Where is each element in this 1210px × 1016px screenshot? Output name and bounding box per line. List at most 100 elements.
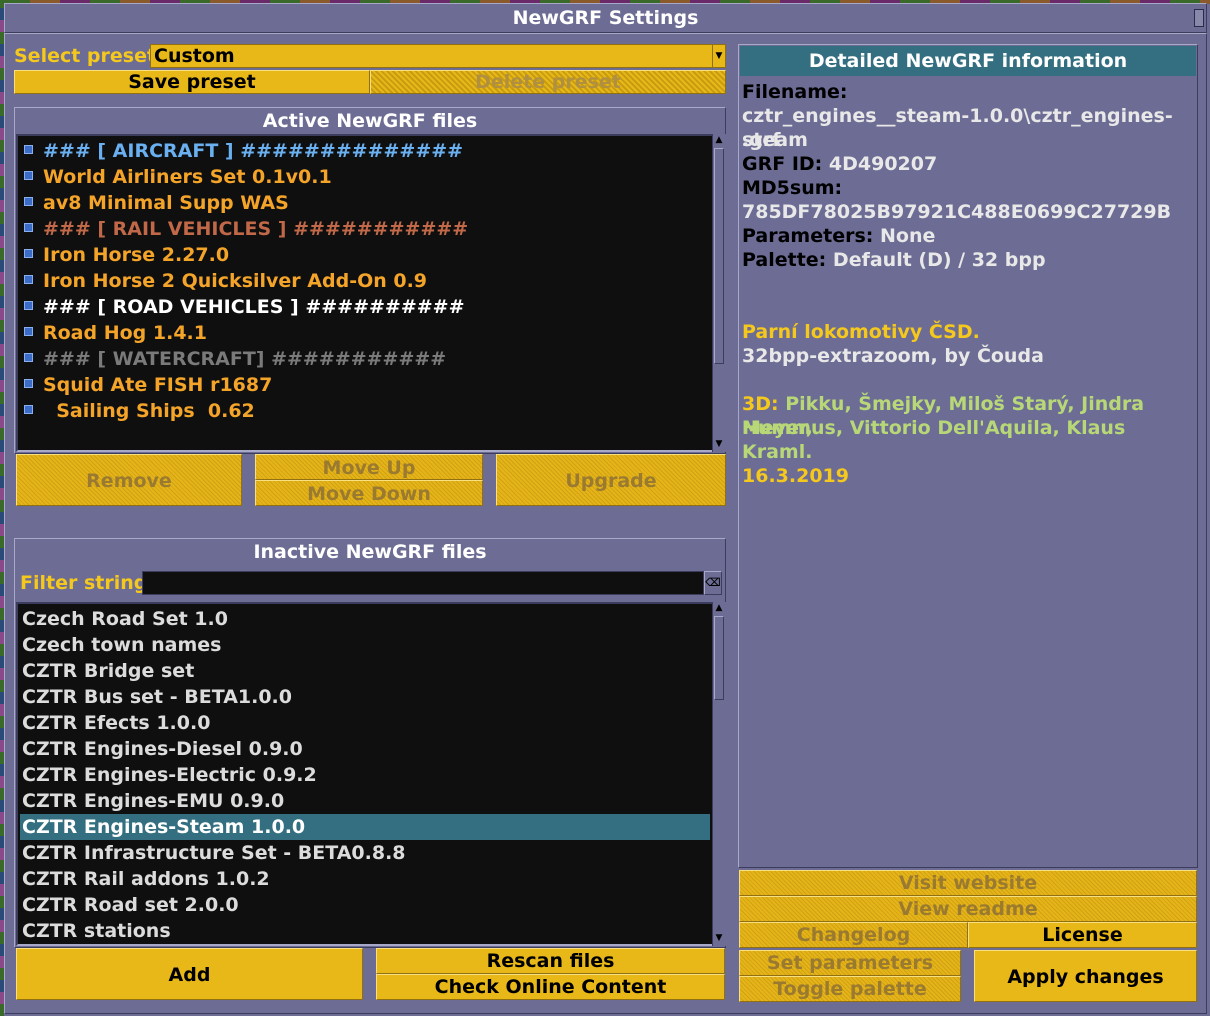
description-line: 32bpp-extrazoom, by Čouda: [742, 345, 1044, 367]
preset-label: Select preset:: [14, 45, 164, 67]
grf-status-icon: [24, 197, 33, 206]
rescan-files-button[interactable]: Rescan files: [376, 948, 725, 974]
grf-status-icon: [24, 275, 33, 284]
active-item-text: ### [ RAIL VEHICLES ] ###########: [43, 218, 469, 240]
active-list-item[interactable]: ### [ AIRCRAFT ] ##############: [24, 138, 463, 164]
active-item-text: Iron Horse 2 Quicksilver Add-On 0.9: [43, 270, 428, 292]
inactive-list-item[interactable]: CZTR Bus set - BETA1.0.0: [20, 684, 710, 710]
grfid-row: GRF ID: 4D490207: [742, 152, 1197, 176]
active-item-text: ### [ ROAD VEHICLES ] ##########: [43, 296, 465, 318]
save-preset-button[interactable]: Save preset: [14, 70, 370, 94]
window-titlebar[interactable]: NewGRF Settings: [4, 3, 1207, 33]
release-date: 16.3.2019: [742, 465, 849, 487]
active-panel-title: Active NewGRF files: [262, 110, 478, 132]
chevron-down-icon[interactable]: ▼: [712, 45, 725, 67]
filter-input[interactable]: [142, 571, 704, 595]
scroll-down-icon[interactable]: ▼: [713, 932, 725, 944]
grf-status-icon: [24, 379, 33, 388]
set-parameters-button[interactable]: Set parameters: [739, 950, 961, 976]
toggle-palette-button[interactable]: Toggle palette: [739, 976, 961, 1002]
active-item-text: Sailing Ships 0.62: [43, 400, 255, 422]
inactive-list-item[interactable]: CZTR Road set 2.0.0: [20, 892, 710, 918]
inactive-list-item[interactable]: CZTR stations: [20, 918, 710, 944]
inactive-list-item[interactable]: Czech Road Set 1.0: [20, 606, 710, 632]
scrollbar-thumb[interactable]: [714, 148, 724, 364]
scroll-up-icon[interactable]: ▲: [713, 602, 725, 614]
inactive-list-item[interactable]: CZTR Infrastructure Set - BETA0.8.8: [20, 840, 710, 866]
inactive-list-item-selected[interactable]: CZTR Engines-Steam 1.0.0: [20, 814, 710, 840]
inactive-list-item[interactable]: Czech town names: [20, 632, 710, 658]
apply-changes-button[interactable]: Apply changes: [974, 950, 1197, 1002]
remove-button[interactable]: Remove: [16, 454, 242, 506]
parameters-row: Parameters: None: [742, 224, 1197, 248]
scroll-up-icon[interactable]: ▲: [713, 134, 725, 146]
active-list-item[interactable]: World Airliners Set 0.1v0.1: [24, 164, 332, 190]
description-title: Parní lokomotivy ČSD.: [742, 321, 980, 343]
scrollbar-thumb[interactable]: [714, 616, 724, 700]
active-list-item[interactable]: Iron Horse 2.27.0: [24, 242, 229, 268]
inactive-panel-title: Inactive NewGRF files: [253, 541, 487, 563]
delete-preset-button[interactable]: Delete preset: [370, 70, 726, 94]
move-up-button[interactable]: Move Up: [255, 454, 483, 480]
active-list-item[interactable]: Road Hog 1.4.1: [24, 320, 207, 346]
sticky-box-icon[interactable]: [1194, 9, 1204, 27]
view-readme-button[interactable]: View readme: [739, 896, 1197, 922]
palette-row: Palette: Default (D) / 32 bpp: [742, 248, 1197, 272]
active-item-text: Road Hog 1.4.1: [43, 322, 207, 344]
inactive-list-item[interactable]: CZTR Efects 1.0.0: [20, 710, 710, 736]
grfid-label: GRF ID:: [742, 153, 823, 175]
grf-status-icon: [24, 405, 33, 414]
grf-status-icon: [24, 301, 33, 310]
inactive-list[interactable]: Czech Road Set 1.0 Czech town names CZTR…: [16, 602, 714, 946]
grf-status-icon: [24, 171, 33, 180]
inactive-list-item[interactable]: CZTR Engines-Diesel 0.9.0: [20, 736, 710, 762]
clear-filter-icon[interactable]: ⌫: [704, 571, 722, 595]
active-list-item[interactable]: Iron Horse 2 Quicksilver Add-On 0.9: [24, 268, 427, 294]
grf-status-icon: [24, 327, 33, 336]
grf-status-icon: [24, 145, 33, 154]
active-item-text: ### [ WATERCRAFT] ###########: [43, 348, 447, 370]
grfid-value: 4D490207: [828, 153, 938, 175]
active-item-text: World Airliners Set 0.1v0.1: [43, 166, 332, 188]
window-title: NewGRF Settings: [512, 7, 699, 29]
check-online-content-button[interactable]: Check Online Content: [376, 974, 725, 1000]
preset-value: Custom: [154, 45, 235, 67]
details-title: Detailed NewGRF information: [740, 46, 1196, 76]
active-list-item[interactable]: Squid Ate FISH r1687: [24, 372, 272, 398]
active-list-item[interactable]: Sailing Ships 0.62: [24, 398, 255, 424]
active-list[interactable]: ### [ AIRCRAFT ] ############## World Ai…: [16, 134, 714, 452]
active-item-text: ### [ AIRCRAFT ] ##############: [43, 140, 464, 162]
credits-label: 3D:: [742, 393, 779, 415]
inactive-list-item[interactable]: CZTR Bridge set: [20, 658, 710, 684]
grf-status-icon: [24, 353, 33, 362]
active-list-item[interactable]: av8 Minimal Supp WAS: [24, 190, 289, 216]
license-button[interactable]: License: [968, 922, 1197, 948]
palette-label: Palette:: [742, 249, 827, 271]
upgrade-button[interactable]: Upgrade: [496, 454, 726, 506]
filename-row: Filename:: [742, 80, 1197, 104]
active-list-item[interactable]: ### [ ROAD VEHICLES ] ##########: [24, 294, 465, 320]
scroll-down-icon[interactable]: ▼: [713, 438, 725, 450]
active-item-text: Squid Ate FISH r1687: [43, 374, 273, 396]
inactive-scrollbar[interactable]: ▲ ▼: [712, 602, 726, 946]
parameters-label: Parameters:: [742, 225, 874, 247]
inactive-list-item[interactable]: CZTR Rail addons 1.0.2: [20, 866, 710, 892]
parameters-value: None: [879, 225, 936, 247]
md5-row: MD5sum:: [742, 176, 1197, 200]
active-list-item[interactable]: ### [ WATERCRAFT] ###########: [24, 346, 446, 372]
preset-dropdown[interactable]: Custom ▼: [150, 44, 726, 68]
active-item-text: Iron Horse 2.27.0: [43, 244, 230, 266]
active-scrollbar[interactable]: ▲ ▼: [712, 134, 726, 452]
visit-website-button[interactable]: Visit website: [739, 870, 1197, 896]
move-down-button[interactable]: Move Down: [255, 480, 483, 506]
inactive-list-item[interactable]: CZTR Engines-EMU 0.9.0: [20, 788, 710, 814]
filename-label: Filename:: [742, 81, 848, 103]
active-item-text: av8 Minimal Supp WAS: [43, 192, 289, 214]
grf-status-icon: [24, 249, 33, 258]
inactive-list-item[interactable]: CZTR Engines-Electric 0.9.2: [20, 762, 710, 788]
add-button[interactable]: Add: [16, 948, 363, 1000]
filter-label: Filter string:: [20, 572, 155, 594]
changelog-button[interactable]: Changelog: [739, 922, 968, 948]
md5-label: MD5sum:: [742, 177, 843, 199]
active-list-item[interactable]: ### [ RAIL VEHICLES ] ###########: [24, 216, 468, 242]
